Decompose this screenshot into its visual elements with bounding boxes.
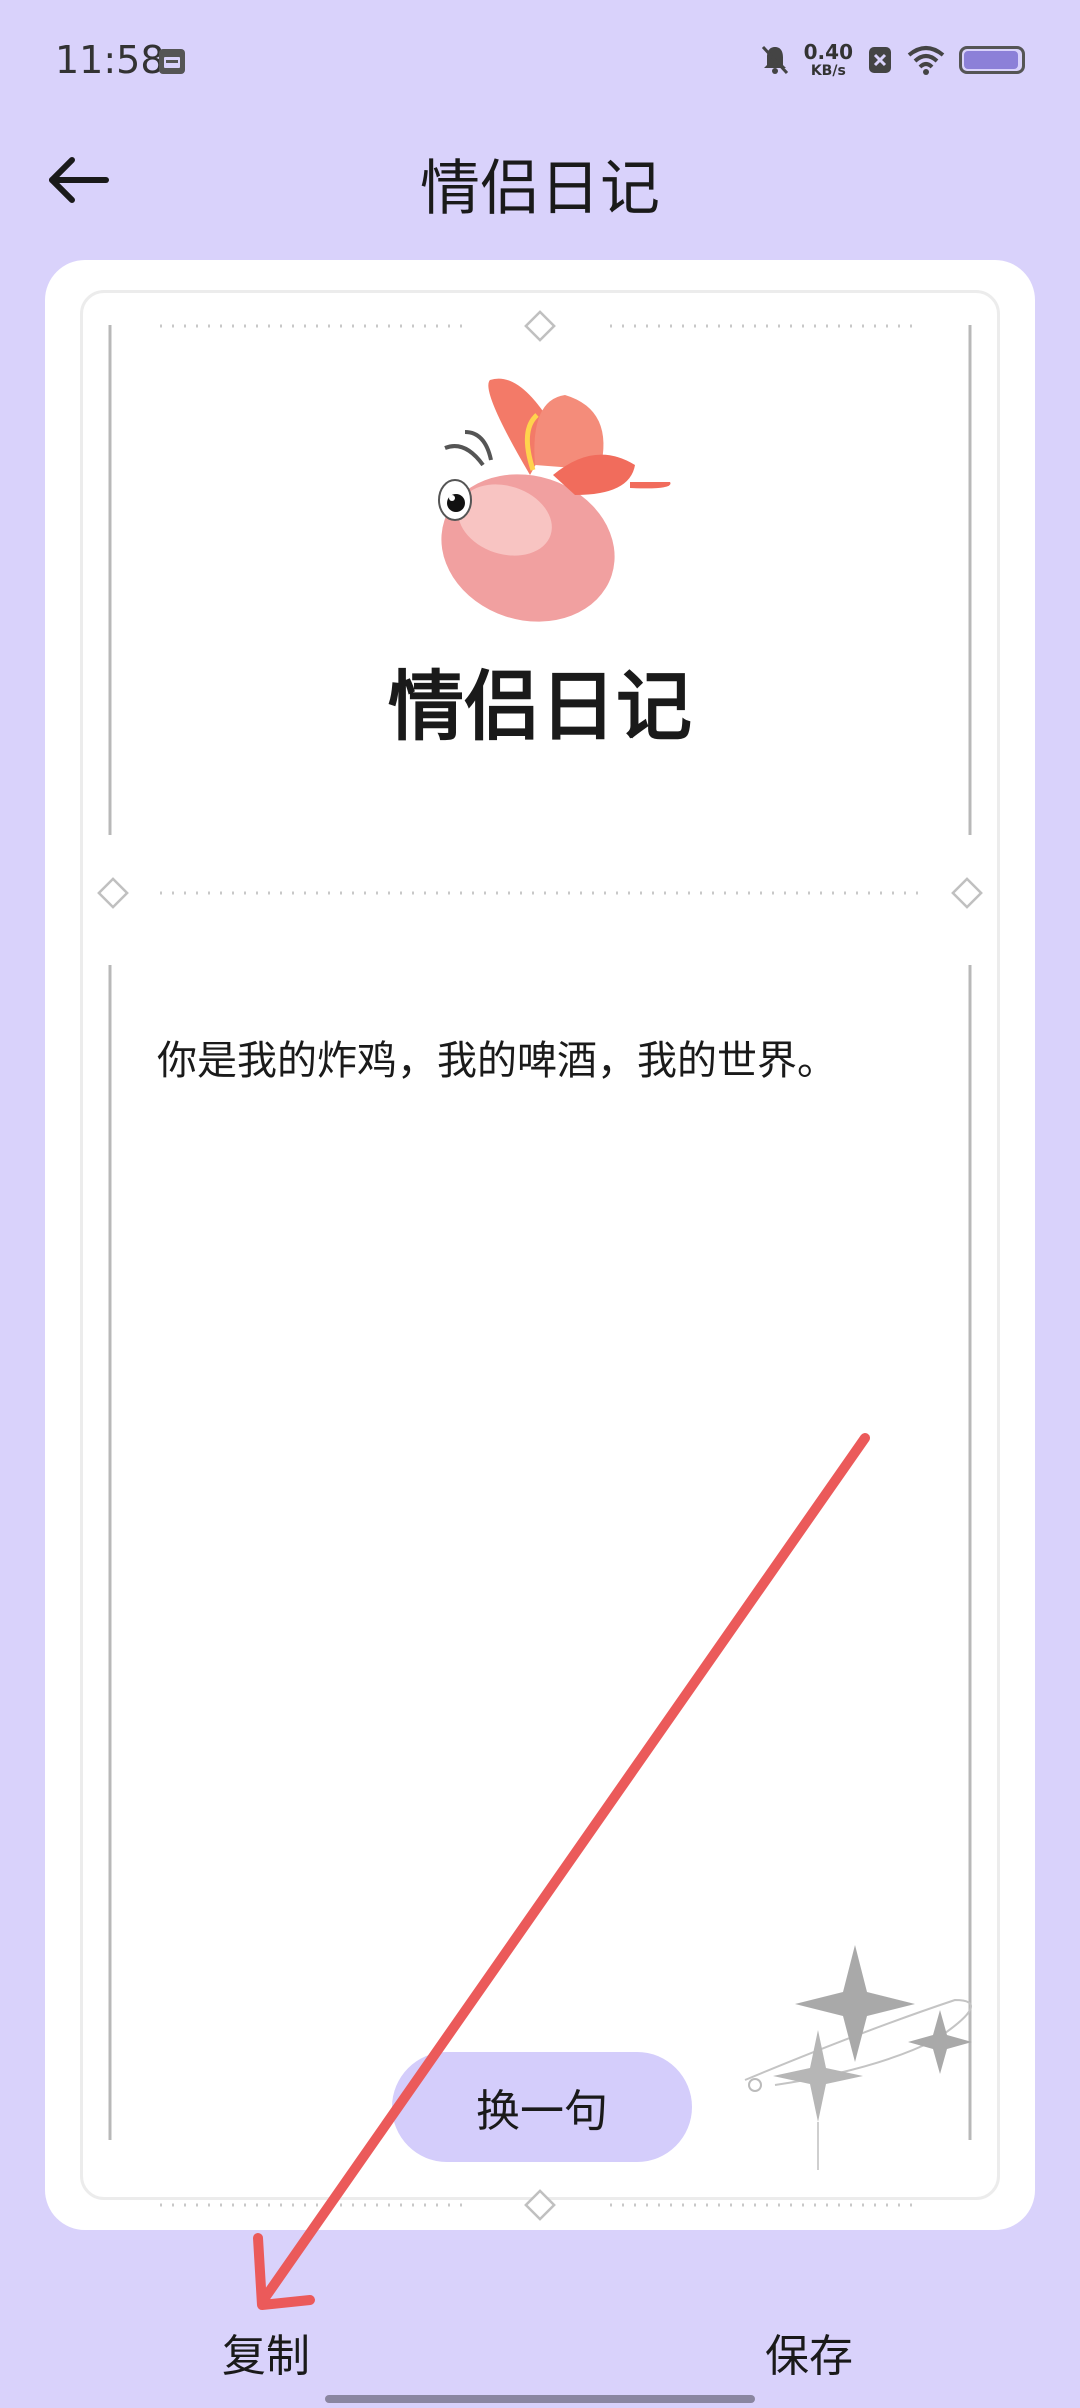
- mascot-butterfly-image: [438, 378, 671, 622]
- wifi-icon: [907, 46, 945, 75]
- status-time: 11:58: [55, 38, 165, 82]
- status-icons: 0.40 KB/s: [760, 40, 1025, 80]
- mute-bell-icon: [761, 45, 788, 75]
- speed-unit: KB/s: [810, 63, 846, 79]
- page-title: 情侣日记: [420, 154, 660, 224]
- copy-button[interactable]: 复制: [222, 2320, 310, 2384]
- sim-off-icon: [869, 47, 891, 73]
- home-indicator[interactable]: [325, 2395, 755, 2403]
- battery-icon: [959, 46, 1025, 74]
- network-speed: 0.40 KB/s: [804, 42, 853, 78]
- calendar-icon: [159, 49, 185, 74]
- status-bar: 11:58 0.40 KB/s: [0, 0, 1080, 120]
- quote-text: 你是我的炸鸡，我的啤酒，我的世界。: [157, 1038, 837, 1084]
- save-button[interactable]: 保存: [765, 2320, 853, 2384]
- card-title: 情侣日记: [388, 662, 692, 751]
- diary-card: 情侣日记 你是我的炸鸡，我的啤酒，我的世界。 换一句: [45, 260, 1035, 2230]
- change-sentence-button[interactable]: 换一句: [392, 2052, 692, 2162]
- speed-value: 0.40: [803, 40, 853, 64]
- sparkle-icon: [744, 1945, 972, 2170]
